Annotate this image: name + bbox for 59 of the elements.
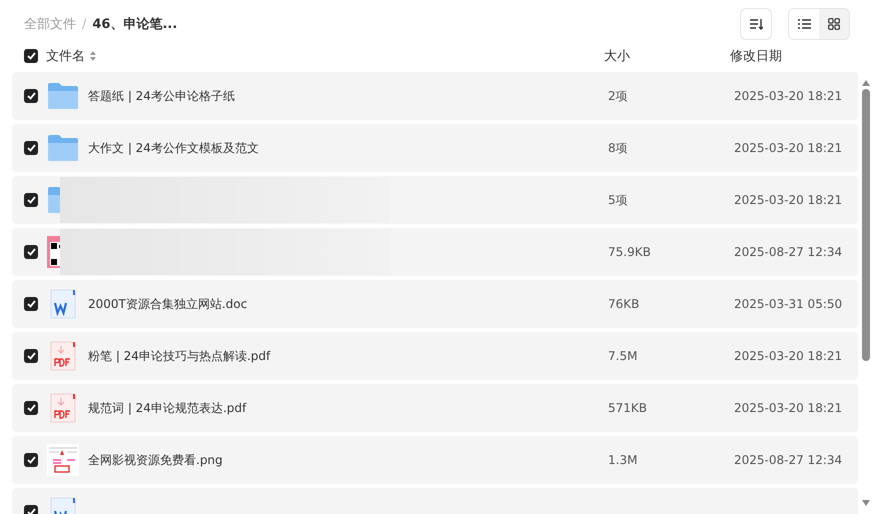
row-checkbox[interactable] [24, 453, 38, 467]
row-checkbox[interactable] [24, 141, 38, 155]
file-size: 8项 [608, 140, 629, 156]
file-row[interactable]: 2000T资源合集独立网站.doc 76KB 2025-03-31 05:50 [12, 280, 858, 328]
row-checkbox[interactable] [24, 193, 38, 207]
modified-date: 2025-03-20 18:21 [734, 193, 842, 207]
file-size: 571KB [608, 401, 648, 415]
row-checkbox[interactable] [24, 401, 38, 415]
file-row[interactable]: 规范词 | 24申论规范表达.pdf 571KB 2025-03-20 18:21 [12, 384, 858, 432]
column-header[interactable]: 文件名 [46, 47, 85, 65]
file-row[interactable]: 粉笔 | 24申论技巧与热点解读.pdf 7.5M 2025-03-20 18:21 [12, 332, 858, 380]
pdf-document-icon [50, 341, 76, 371]
row-checkbox[interactable] [24, 245, 38, 259]
image-thumbnail-icon [47, 444, 79, 476]
file-size: 2项 [608, 88, 629, 104]
file-name[interactable]: 粉笔 | 24申论技巧与热点解读.pdf [88, 348, 608, 364]
modified-date: 2025-08-27 12:34 [734, 453, 842, 467]
sort-button[interactable] [740, 8, 772, 40]
file-size: 5项 [608, 192, 629, 208]
modified-date: 2025-03-20 18:21 [734, 349, 842, 363]
column-header[interactable]: 修改日期 [730, 47, 782, 65]
file-size: 76KB [608, 297, 640, 311]
file-size: 75.9KB [608, 245, 652, 259]
modified-date: 2025-08-27 12:34 [734, 245, 842, 259]
folder-icon [47, 82, 79, 110]
file-name[interactable]: 2000T资源合集独立网站.doc [88, 296, 608, 312]
grid-view-button[interactable] [819, 9, 849, 39]
file-row[interactable]: 答题纸 | 24考公申论格子纸 2项 2025-03-20 18:21 [12, 72, 858, 120]
list-icon [798, 18, 810, 30]
grid-icon [828, 18, 840, 30]
scroll-down-icon[interactable] [862, 500, 870, 506]
sort-icon [749, 17, 763, 31]
sort-arrows-icon[interactable] [90, 51, 96, 61]
file-row[interactable]: 大作文 | 24考公作文模板及范文 8项 2025-03-20 18:21 [12, 124, 858, 172]
breadcrumb-separator: / [82, 16, 86, 32]
folder-icon [47, 134, 79, 162]
file-size: 7.5M [608, 349, 638, 363]
file-row[interactable]: 75.9KB 2025-08-27 12:34 [12, 228, 858, 276]
modified-date: 2025-03-20 18:21 [734, 401, 842, 415]
file-name[interactable]: 答题纸 | 24考公申论格子纸 [88, 88, 608, 104]
modified-date: 2025-03-20 18:21 [734, 89, 842, 103]
modified-date: 2025-03-31 05:50 [734, 297, 842, 311]
modified-date: 2025-03-20 18:21 [734, 141, 842, 155]
row-checkbox[interactable] [24, 297, 38, 311]
scrollbar-thumb[interactable] [862, 89, 870, 361]
scroll-up-icon[interactable] [862, 80, 870, 86]
file-size: 1.3M [608, 453, 638, 467]
file-name[interactable]: 规范词 | 24申论规范表达.pdf [88, 400, 608, 416]
file-name[interactable]: 大作文 | 24考公作文模板及范文 [88, 140, 608, 156]
word-document-icon [50, 289, 76, 319]
select-all-checkbox[interactable] [24, 49, 38, 63]
pdf-document-icon [50, 393, 76, 423]
file-row[interactable]: 全网影视资源免费看.png 1.3M 2025-08-27 12:34 [12, 436, 858, 484]
column-header[interactable]: 大小 [604, 47, 630, 65]
file-name[interactable]: 全网影视资源免费看.png [88, 452, 608, 468]
file-row[interactable]: 5项 2025-03-20 18:21 [12, 176, 858, 224]
breadcrumb-current: 46、申论笔... [92, 16, 178, 33]
row-checkbox[interactable] [24, 89, 38, 103]
row-checkbox[interactable] [24, 349, 38, 363]
